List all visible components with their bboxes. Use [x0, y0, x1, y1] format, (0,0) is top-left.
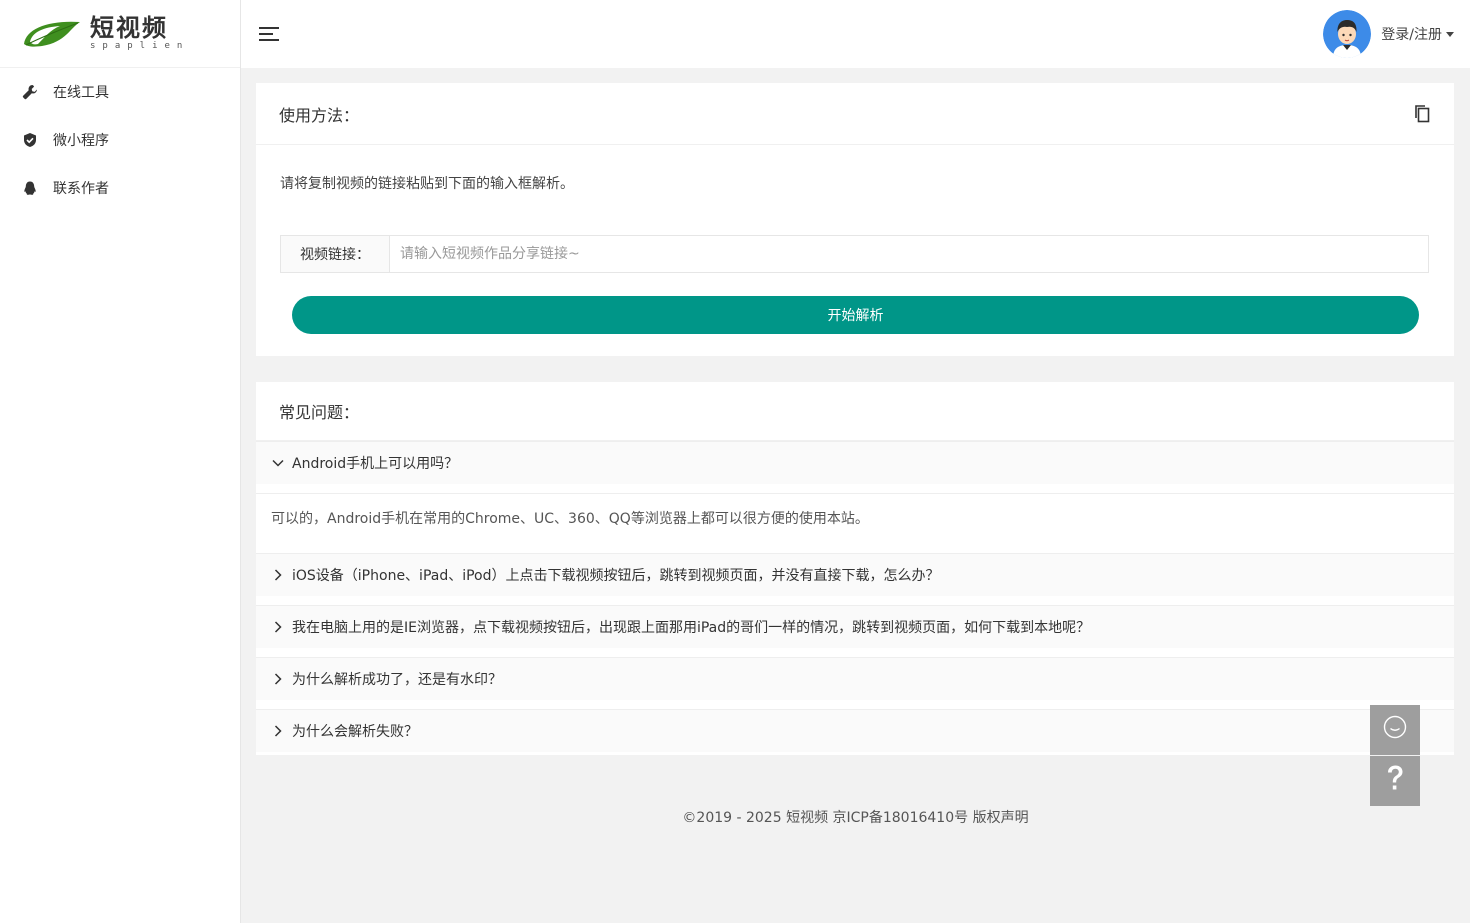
chevron-right-icon	[272, 725, 284, 737]
top-header: 登录/注册	[241, 0, 1470, 68]
sidebar: 短视频 spaplien 在线工具 微小程序 联系作者	[0, 0, 241, 923]
logo-subtitle: spaplien	[90, 41, 190, 51]
question-mark-icon	[1385, 764, 1405, 798]
faq-question-toggle[interactable]: Android手机上可以用吗？	[256, 442, 1454, 484]
video-link-input[interactable]	[390, 236, 1428, 272]
wrench-icon	[22, 84, 38, 100]
video-link-label: 视频链接：	[281, 236, 390, 272]
user-menu[interactable]: 登录/注册	[1323, 10, 1454, 58]
sidebar-item-online-tools[interactable]: 在线工具	[0, 68, 240, 116]
usage-card-header: 使用方法：	[256, 83, 1454, 145]
menu-toggle-icon[interactable]	[259, 24, 281, 44]
sidebar-item-label: 联系作者	[53, 181, 109, 197]
help-button[interactable]	[1370, 756, 1420, 806]
faq-question: 为什么解析成功了，还是有水印？	[292, 672, 502, 688]
faq-item: iOS设备（iPhone、iPad、iPod）上点击下载视频按钮后，跳转到视频页…	[256, 553, 1454, 605]
chevron-right-icon	[272, 569, 284, 581]
faq-question: 我在电脑上用的是IE浏览器，点下载视频按钮后，出现跟上面那用iPad的哥们一样的…	[292, 620, 1091, 636]
faq-question-toggle[interactable]: 为什么解析成功了，还是有水印？	[256, 658, 1454, 700]
faq-item: Android手机上可以用吗？ 可以的，Android手机在常用的Chrome、…	[256, 441, 1454, 553]
shield-check-icon	[22, 132, 38, 148]
leaf-logo-icon	[24, 21, 80, 47]
login-register-link[interactable]: 登录/注册	[1381, 24, 1442, 44]
chevron-down-icon	[272, 457, 284, 469]
logo-title: 短视频	[90, 13, 168, 42]
faq-card-header: 常见问题：	[256, 382, 1454, 441]
faq-item: 为什么解析成功了，还是有水印？	[256, 657, 1454, 709]
video-link-input-group: 视频链接：	[280, 235, 1429, 273]
chevron-right-icon	[272, 621, 284, 633]
chat-bubble-icon	[1382, 715, 1408, 745]
faq-card-title: 常见问题：	[279, 403, 360, 422]
faq-question-toggle[interactable]: 为什么会解析失败？	[256, 710, 1454, 752]
faq-question: iOS设备（iPhone、iPad、iPod）上点击下载视频按钮后，跳转到视频页…	[292, 568, 940, 584]
faq-question-toggle[interactable]: 我在电脑上用的是IE浏览器，点下载视频按钮后，出现跟上面那用iPad的哥们一样的…	[256, 606, 1454, 648]
start-parse-button[interactable]: 开始解析	[292, 296, 1419, 334]
avatar[interactable]	[1323, 10, 1372, 58]
faq-card: 常见问题： Android手机上可以用吗？ 可以的，Android手机在常用的C…	[256, 382, 1454, 755]
caret-down-icon	[1446, 31, 1454, 37]
usage-card-title: 使用方法：	[279, 105, 360, 125]
sidebar-item-label: 微小程序	[53, 133, 109, 149]
faq-item: 我在电脑上用的是IE浏览器，点下载视频按钮后，出现跟上面那用iPad的哥们一样的…	[256, 605, 1454, 657]
faq-item: 为什么会解析失败？	[256, 709, 1454, 752]
penguin-icon	[22, 180, 38, 196]
chevron-right-icon	[272, 673, 284, 685]
faq-question: 为什么会解析失败？	[292, 724, 418, 740]
usage-description: 请将复制视频的链接粘贴到下面的输入框解析。	[280, 176, 574, 192]
faq-answer: 可以的，Android手机在常用的Chrome、UC、360、QQ等浏览器上都可…	[256, 493, 1454, 553]
site-logo[interactable]: 短视频 spaplien	[0, 0, 240, 68]
sidebar-item-contact-author[interactable]: 联系作者	[0, 164, 240, 212]
copy-icon[interactable]	[1414, 104, 1432, 124]
faq-question: Android手机上可以用吗？	[292, 456, 459, 472]
sidebar-item-label: 在线工具	[53, 85, 109, 101]
feedback-chat-button[interactable]	[1370, 705, 1420, 755]
faq-question-toggle[interactable]: iOS设备（iPhone、iPad、iPod）上点击下载视频按钮后，跳转到视频页…	[256, 554, 1454, 596]
sidebar-item-mini-programs[interactable]: 微小程序	[0, 116, 240, 164]
usage-card: 使用方法： 请将复制视频的链接粘贴到下面的输入框解析。 视频链接： 开始解析	[256, 83, 1454, 356]
footer: ©2019 - 2025 短视频 京ICP备18016410号 版权声明	[682, 810, 1029, 826]
